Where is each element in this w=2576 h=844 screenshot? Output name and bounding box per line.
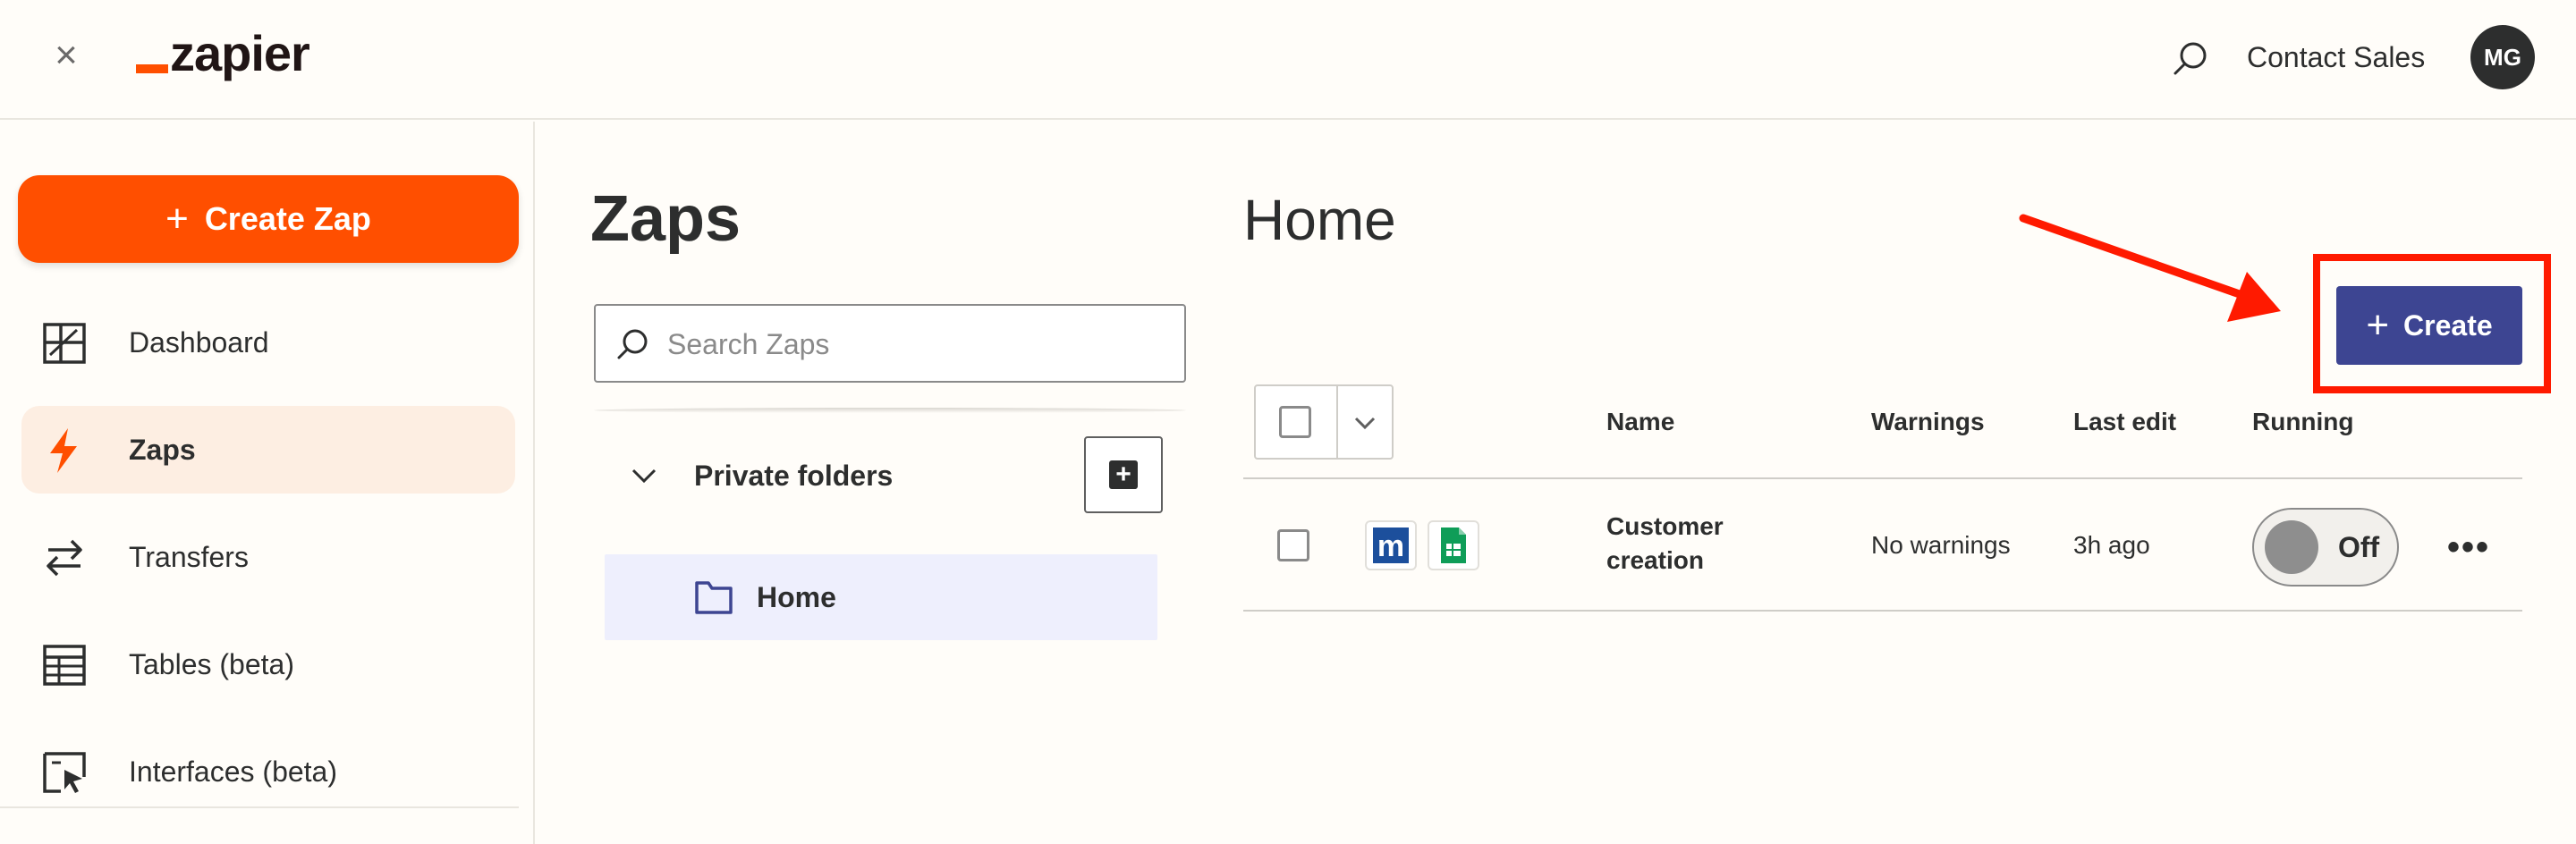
page-title: Zaps [590,183,741,255]
sidebar-item-label: Zaps [129,433,196,466]
zapier-logo[interactable]: zapier [136,25,310,81]
google-sheets-icon [1441,528,1466,563]
create-zap-button[interactable]: + Create Zap [18,175,519,263]
chevron-down-icon[interactable] [628,460,660,492]
search-icon [617,329,648,359]
sidebar-divider [0,806,519,808]
sidebar-item-label: Tables (beta) [129,647,294,680]
app-icon-m: m [1365,520,1417,570]
divider [1336,386,1338,458]
annotation-arrow [2019,214,2281,322]
column-header-warnings[interactable]: Warnings [1871,408,1985,436]
bulk-select-control[interactable] [1254,384,1394,460]
interface-icon [43,752,86,793]
table-row-divider [1243,610,2522,612]
plus-icon: + [165,197,189,241]
create-button[interactable]: + Create [2336,286,2522,365]
column-header-last-edit[interactable]: Last edit [2073,408,2176,436]
sidebar-item-dashboard[interactable]: Dashboard [21,299,515,386]
create-zap-label: Create Zap [204,200,371,237]
sidebar-item-transfers[interactable]: Transfers [21,513,515,601]
app-icon-sheets [1428,520,1479,570]
sidebar-item-interfaces[interactable]: Interfaces (beta) [21,728,515,815]
sidebar-item-label: Transfers [129,540,249,573]
logo-underscore [136,64,168,73]
table-header-divider [1243,477,2522,479]
private-folders-header[interactable]: Private folders + [617,436,1190,513]
running-toggle[interactable]: Off [2252,508,2399,587]
folder-icon [695,581,733,614]
sidebar-item-zaps[interactable]: Zaps [21,406,515,494]
search-zaps-field[interactable] [594,304,1186,383]
zap-name-line-2: creation [1606,546,1704,574]
logo-text: zapier [170,25,310,81]
m-app-icon: m [1373,528,1409,563]
private-folders-label: Private folders [694,460,894,492]
folder-label: Home [757,581,836,613]
search-icon[interactable] [2168,38,2213,82]
dashboard-icon [43,323,86,364]
plus-icon: + [1109,460,1138,489]
warnings-cell: No warnings [1871,531,2011,559]
top-bar: × zapier Contact Sales MG [0,0,2576,120]
toggle-label: Off [2338,531,2380,563]
avatar[interactable]: MG [2470,25,2535,89]
folder-item-home[interactable]: Home [605,554,1157,640]
add-folder-button[interactable]: + [1084,436,1163,513]
toggle-knob [2265,520,2318,574]
column-header-running[interactable]: Running [2252,408,2354,436]
zap-name-line-1: Customer [1606,512,1724,540]
create-label: Create [2403,308,2493,342]
sidebar-item-tables[interactable]: Tables (beta) [21,620,515,708]
select-all-checkbox[interactable] [1279,406,1311,438]
sidebar: + Create Zap Dashboard Zaps Transfers Ta… [0,122,535,844]
app-icon-letter: m [1377,529,1404,563]
last-edit-cell: 3h ago [2073,531,2150,559]
panel-shadow [594,408,1186,413]
transfer-icon [47,539,82,577]
sidebar-item-label: Dashboard [129,325,269,359]
row-checkbox[interactable] [1277,529,1309,561]
plus-icon: + [2366,303,2390,347]
more-options-icon[interactable]: ••• [2447,528,2490,568]
zap-name[interactable]: Customer creation [1606,510,1724,578]
zap-icon [50,428,77,473]
column-header-name[interactable]: Name [1606,408,1674,436]
close-icon[interactable]: × [48,36,84,75]
contact-sales-link[interactable]: Contact Sales [2247,36,2425,79]
table-icon [43,645,86,686]
sidebar-item-label: Interfaces (beta) [129,755,337,788]
search-input[interactable] [667,322,1168,367]
chevron-down-icon[interactable] [1349,409,1381,438]
section-title: Home [1243,188,1396,252]
